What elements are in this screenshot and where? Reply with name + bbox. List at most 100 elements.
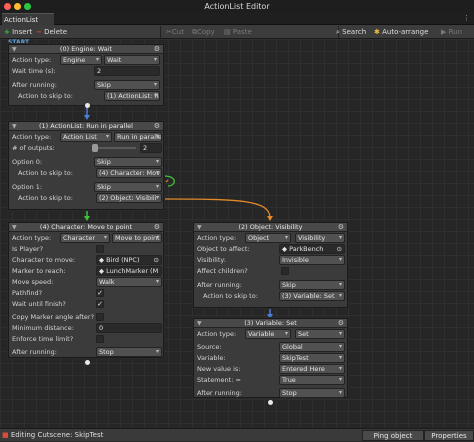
statement-label: Statement: = xyxy=(197,376,241,384)
node-header[interactable]: ▼ (4) Character: Move to point ⚙ xyxy=(9,223,163,232)
min-distance-field[interactable]: 0 xyxy=(96,323,162,333)
action-category-dropdown[interactable]: Engine xyxy=(60,55,102,65)
node-engine-wait[interactable]: ▼ (0) Engine: Wait ⚙ Action type: Engine… xyxy=(8,44,164,106)
option1-label: Option 1: xyxy=(12,183,43,191)
action-type-label: Action type: xyxy=(12,56,52,64)
visibility-label: Visibility: xyxy=(197,256,226,264)
node-actionlist-run-parallel[interactable]: ▼ (1) ActionList: Run in parallel ⚙ Acti… xyxy=(8,121,164,210)
character-value: Bird (NPC) xyxy=(106,256,140,264)
gear-icon[interactable]: ⚙ xyxy=(154,45,160,54)
action-name-dropdown[interactable]: Run in paralle xyxy=(114,132,162,142)
node-title: (2) Object: Visibility xyxy=(238,223,303,231)
action-name-dropdown[interactable]: Visibility xyxy=(295,233,345,243)
affect-children-label: Affect children? xyxy=(197,267,248,275)
object-icon: ◆ xyxy=(282,245,287,253)
is-player-label: Is Player? xyxy=(12,245,44,253)
pathfind-checkbox[interactable]: ✓ xyxy=(96,289,104,297)
gear-icon[interactable]: ⚙ xyxy=(154,223,160,232)
wire-stub xyxy=(165,179,169,183)
statement-dropdown[interactable]: True xyxy=(279,375,345,385)
marker-object-field[interactable]: ◆ LunchMarker (M xyxy=(96,266,162,276)
after-running-dropdown[interactable]: Stop xyxy=(96,347,162,357)
after-running-label: After running: xyxy=(12,81,57,89)
outputs-field[interactable]: 2 xyxy=(140,143,162,153)
wait-finish-label: Wait until finish? xyxy=(12,300,66,308)
min-distance-label: Minimum distance: xyxy=(12,324,74,332)
target-icon[interactable]: ⊙ xyxy=(154,256,159,264)
collapse-icon[interactable]: ▼ xyxy=(12,45,17,54)
after-running-label: After running: xyxy=(197,389,242,397)
skip0-label: Action to skip to: xyxy=(18,169,73,177)
object-field[interactable]: ◆ ParkBench ⊙ xyxy=(279,244,345,254)
speed-dropdown[interactable]: Walk xyxy=(96,277,162,287)
gear-icon[interactable]: ⚙ xyxy=(338,223,344,232)
outputs-slider[interactable] xyxy=(92,147,136,149)
character-label: Character to move: xyxy=(12,256,76,264)
collapse-icon[interactable]: ▼ xyxy=(197,223,202,232)
collapse-icon[interactable]: ▼ xyxy=(12,223,17,232)
outputs-label: # of outputs: xyxy=(12,144,55,152)
collapse-icon[interactable]: ▼ xyxy=(12,122,17,131)
after-running-dropdown[interactable]: Skip xyxy=(94,80,160,90)
wait-time-field[interactable]: 2 xyxy=(94,66,160,76)
marker-icon: ◆ xyxy=(99,267,104,275)
node-variable-set[interactable]: ▼ (3) Variable: Set ⚙ Action type: Varia… xyxy=(193,318,348,398)
gear-icon[interactable]: ⚙ xyxy=(338,319,344,328)
output-socket[interactable] xyxy=(85,360,90,365)
action-category-dropdown[interactable]: Character xyxy=(60,233,110,243)
action-name-dropdown[interactable]: Set xyxy=(295,329,345,339)
ping-object-button[interactable]: Ping object xyxy=(362,430,424,441)
node-character-move[interactable]: ▼ (4) Character: Move to point ⚙ Action … xyxy=(8,222,164,358)
source-label: Source: xyxy=(197,343,222,351)
bird-icon: ◆ xyxy=(99,256,104,264)
copy-angle-checkbox[interactable] xyxy=(96,313,104,321)
node-header[interactable]: ▼ (1) ActionList: Run in parallel ⚙ xyxy=(9,122,163,131)
collapse-icon[interactable]: ▼ xyxy=(197,319,202,328)
variable-dropdown[interactable]: SkipTest xyxy=(279,353,345,363)
option0-label: Option 0: xyxy=(12,158,43,166)
variable-label: Variable: xyxy=(197,354,226,362)
is-player-checkbox[interactable] xyxy=(96,245,104,253)
node-header[interactable]: ▼ (0) Engine: Wait ⚙ xyxy=(9,45,163,54)
action-type-label: Action type: xyxy=(197,234,237,242)
action-category-dropdown[interactable]: Object xyxy=(245,233,291,243)
output-socket[interactable] xyxy=(268,400,273,405)
action-category-dropdown[interactable]: Action List xyxy=(60,132,112,142)
output-socket[interactable] xyxy=(85,103,90,108)
action-type-label: Action type: xyxy=(12,234,52,242)
after-running-label: After running: xyxy=(197,281,242,289)
enforce-time-label: Enforce time limit? xyxy=(12,335,74,343)
outputs-slider-handle[interactable] xyxy=(92,144,98,152)
skip0-dropdown[interactable]: (4) Character: Mov xyxy=(96,168,162,178)
action-category-dropdown[interactable]: Variable xyxy=(245,329,291,339)
after-running-dropdown[interactable]: Skip xyxy=(279,280,345,290)
after-running-label: After running: xyxy=(12,348,57,356)
status-bar: ■ Editing Cutscene: SkipTest Ping object… xyxy=(0,428,474,441)
object-label: Object to affect: xyxy=(197,245,250,253)
affect-children-checkbox[interactable] xyxy=(281,267,289,275)
node-header[interactable]: ▼ (3) Variable: Set ⚙ xyxy=(194,319,347,328)
properties-button[interactable]: Properties xyxy=(424,430,474,441)
source-dropdown[interactable]: Global xyxy=(279,342,345,352)
option0-dropdown[interactable]: Skip xyxy=(94,157,162,167)
wait-finish-checkbox[interactable]: ✓ xyxy=(96,300,104,308)
warning-icon: ■ xyxy=(2,431,9,439)
skip1-dropdown[interactable]: (2) Object: Visibili xyxy=(96,193,162,203)
after-running-dropdown[interactable]: Stop xyxy=(279,388,345,398)
node-title: (1) ActionList: Run in parallel xyxy=(39,122,133,130)
node-header[interactable]: ▼ (2) Object: Visibility ⚙ xyxy=(194,223,347,232)
skip-to-dropdown[interactable]: (3) Variable: Set xyxy=(279,291,345,301)
visibility-dropdown[interactable]: Invisible xyxy=(279,255,345,265)
target-icon[interactable]: ⊙ xyxy=(337,245,342,253)
action-name-dropdown[interactable]: Wait xyxy=(104,55,160,65)
copy-angle-label: Copy Marker angle after? xyxy=(12,313,95,321)
action-name-dropdown[interactable]: Move to point xyxy=(112,233,162,243)
skip-to-dropdown[interactable]: (1) ActionList: Run in xyxy=(104,91,160,101)
option1-dropdown[interactable]: Skip xyxy=(94,182,162,192)
enforce-time-checkbox[interactable] xyxy=(96,335,104,343)
gear-icon[interactable]: ⚙ xyxy=(154,122,160,131)
character-object-field[interactable]: ◆ Bird (NPC) ⊙ xyxy=(96,255,162,265)
action-type-label: Action type: xyxy=(197,330,237,338)
new-value-dropdown[interactable]: Entered Here xyxy=(279,364,345,374)
node-object-visibility[interactable]: ▼ (2) Object: Visibility ⚙ Action type: … xyxy=(193,222,348,308)
